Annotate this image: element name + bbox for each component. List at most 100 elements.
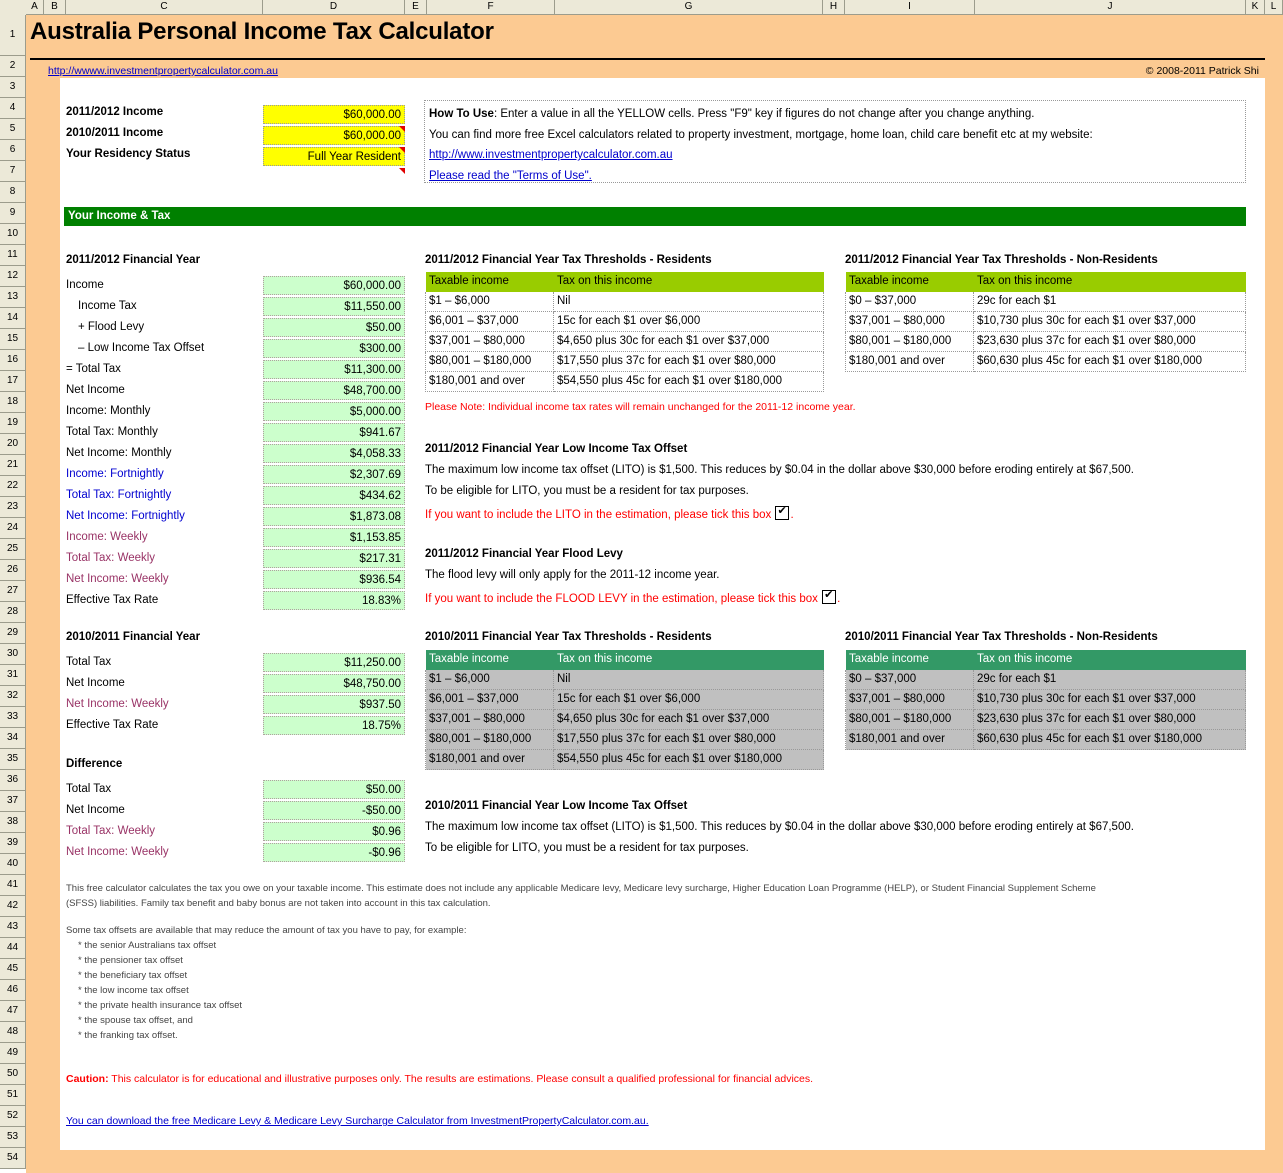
row-header-47[interactable]: 47 <box>0 1001 26 1022</box>
fy2012-label-2: + Flood Levy <box>78 317 144 338</box>
column-header-j[interactable]: J <box>975 0 1246 15</box>
row-header-4[interactable]: 4 <box>0 98 26 119</box>
row-header-50[interactable]: 50 <box>0 1064 26 1085</box>
row-header-26[interactable]: 26 <box>0 560 26 581</box>
cell-r2-c0: $80,001 – $180,000 <box>846 710 974 730</box>
fy2012-label-10: Total Tax: Fortnightly <box>66 485 171 506</box>
th2012res-suffix: - Residents <box>646 254 711 266</box>
row-header-16[interactable]: 16 <box>0 350 26 371</box>
comment-marker-2[interactable] <box>399 168 405 174</box>
fy2012-value-15: 18.83% <box>263 591 405 610</box>
column-header-e[interactable]: E <box>405 0 427 15</box>
column-header-h[interactable]: H <box>823 0 845 15</box>
table-row: = Total Tax$11,300.00 <box>66 359 406 380</box>
flood-levy-checkbox[interactable] <box>822 590 836 604</box>
terms-of-use-link[interactable]: Please read the "Terms of Use". <box>429 170 592 182</box>
lito-checkbox[interactable] <box>775 506 789 520</box>
heading-thresholds-2011-residents: 2010/2011 Financial Year Tax Thresholds … <box>425 631 712 643</box>
cell-r4-c1: $54,550 plus 45c for each $1 over $180,0… <box>554 750 824 770</box>
column-header-i[interactable]: I <box>845 0 975 15</box>
column-header-a[interactable]: A <box>26 0 44 15</box>
row-header-20[interactable]: 20 <box>0 434 26 455</box>
row-header-10[interactable]: 10 <box>0 224 26 245</box>
cell-r1-c0: $6,001 – $37,000 <box>426 312 554 332</box>
input-cell-0[interactable]: $60,000.00 <box>263 105 405 124</box>
column-header-0: Taxable income <box>426 272 554 292</box>
column-header-f[interactable]: F <box>427 0 555 15</box>
row-header-29[interactable]: 29 <box>0 623 26 644</box>
row-header-28[interactable]: 28 <box>0 602 26 623</box>
column-header-b[interactable]: B <box>44 0 66 15</box>
column-header-0: Taxable income <box>426 650 554 670</box>
cell-r3-c1: $60,630 plus 45c for each $1 over $180,0… <box>974 730 1246 750</box>
caution-bold: Caution: <box>66 1073 109 1085</box>
input-cell-2[interactable]: Full Year Resident <box>263 147 405 166</box>
row-header-36[interactable]: 36 <box>0 770 26 791</box>
row-header-23[interactable]: 23 <box>0 497 26 518</box>
row-header-11[interactable]: 11 <box>0 245 26 266</box>
medicare-calculator-download-link[interactable]: You can download the free Medicare Levy … <box>66 1115 649 1127</box>
table-row: Income Tax$11,550.00 <box>66 296 406 317</box>
flood-2012-line1: The flood levy will only apply for the 2… <box>425 569 719 581</box>
row-header-14[interactable]: 14 <box>0 308 26 329</box>
row-header-17[interactable]: 17 <box>0 371 26 392</box>
row-header-25[interactable]: 25 <box>0 539 26 560</box>
row-header-5[interactable]: 5 <box>0 119 26 140</box>
row-header-24[interactable]: 24 <box>0 518 26 539</box>
row-header-38[interactable]: 38 <box>0 812 26 833</box>
site-url-link[interactable]: http://wwww.investmentpropertycalculator… <box>48 65 278 77</box>
heading-flood-levy-2012: 2011/2012 Financial Year Flood Levy <box>425 548 623 560</box>
row-header-40[interactable]: 40 <box>0 854 26 875</box>
cell-r3-c0: $80,001 – $180,000 <box>426 352 554 372</box>
cell-r0-c0: $1 – $6,000 <box>426 670 554 690</box>
row-header-35[interactable]: 35 <box>0 749 26 770</box>
row-header-9[interactable]: 9 <box>0 203 26 224</box>
table-row: $80,001 – $180,000$23,630 plus 37c for e… <box>846 710 1246 730</box>
row-header-33[interactable]: 33 <box>0 707 26 728</box>
row-header-6[interactable]: 6 <box>0 140 26 161</box>
row-header-12[interactable]: 12 <box>0 266 26 287</box>
row-header-1[interactable]: 1 <box>0 15 26 56</box>
column-header-d[interactable]: D <box>263 0 405 15</box>
cell-r0-c0: $0 – $37,000 <box>846 670 974 690</box>
row-header-21[interactable]: 21 <box>0 455 26 476</box>
row-header-3[interactable]: 3 <box>0 77 26 98</box>
row-header-44[interactable]: 44 <box>0 938 26 959</box>
column-header-l[interactable]: L <box>1265 0 1283 15</box>
column-header-k[interactable]: K <box>1246 0 1265 15</box>
row-header-31[interactable]: 31 <box>0 665 26 686</box>
row-header-53[interactable]: 53 <box>0 1127 26 1148</box>
row-header-7[interactable]: 7 <box>0 161 26 182</box>
row-header-49[interactable]: 49 <box>0 1043 26 1064</box>
comment-marker-1[interactable] <box>399 147 405 153</box>
column-header-c[interactable]: C <box>66 0 263 15</box>
row-header-32[interactable]: 32 <box>0 686 26 707</box>
row-header-18[interactable]: 18 <box>0 392 26 413</box>
row-header-51[interactable]: 51 <box>0 1085 26 1106</box>
howto-website-link[interactable]: http://www.investmentpropertycalculator.… <box>429 149 673 161</box>
row-header-34[interactable]: 34 <box>0 728 26 749</box>
row-header-19[interactable]: 19 <box>0 413 26 434</box>
row-header-8[interactable]: 8 <box>0 182 26 203</box>
row-header-13[interactable]: 13 <box>0 287 26 308</box>
row-header-42[interactable]: 42 <box>0 896 26 917</box>
row-header-30[interactable]: 30 <box>0 644 26 665</box>
row-header-52[interactable]: 52 <box>0 1106 26 1127</box>
row-header-2[interactable]: 2 <box>0 56 26 77</box>
row-header-41[interactable]: 41 <box>0 875 26 896</box>
row-header-54[interactable]: 54 <box>0 1148 26 1169</box>
row-header-27[interactable]: 27 <box>0 581 26 602</box>
row-header-15[interactable]: 15 <box>0 329 26 350</box>
comment-marker-0[interactable] <box>399 126 405 132</box>
table-row: Total Tax: Weekly$217.31 <box>66 548 406 569</box>
row-header-45[interactable]: 45 <box>0 959 26 980</box>
row-header-48[interactable]: 48 <box>0 1022 26 1043</box>
row-header-37[interactable]: 37 <box>0 791 26 812</box>
input-cell-1[interactable]: $60,000.00 <box>263 126 405 145</box>
row-header-22[interactable]: 22 <box>0 476 26 497</box>
row-header-46[interactable]: 46 <box>0 980 26 1001</box>
row-header-39[interactable]: 39 <box>0 833 26 854</box>
column-header-g[interactable]: G <box>555 0 823 15</box>
table-row: Net Income: Weekly-$0.96 <box>66 842 406 863</box>
row-header-43[interactable]: 43 <box>0 917 26 938</box>
